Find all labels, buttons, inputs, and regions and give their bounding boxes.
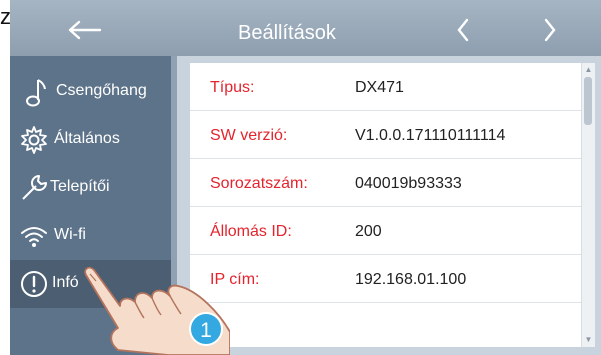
svg-text:1: 1 (200, 319, 212, 342)
chevron-left-icon (457, 18, 469, 42)
header-bar: Beállítások (10, 0, 601, 56)
info-row-sw-version: SW verzió: V1.0.0.171110111114 (190, 111, 587, 159)
sidebar-item-wifi[interactable]: Wi-fi (10, 212, 171, 260)
step-badge: 1 (189, 312, 223, 346)
music-note-icon (26, 79, 46, 107)
sidebar-item-general[interactable]: Általános (10, 116, 171, 164)
info-row-station-id: Állomás ID: 200 (190, 207, 587, 255)
pointing-hand-icon: 1 (84, 266, 230, 355)
wrench-icon (22, 175, 47, 200)
info-row-serial-number: Sorozatszám: 040019b93333 (190, 159, 587, 207)
scroll-up-icon[interactable]: ▲ (584, 65, 593, 75)
scroll-down-icon[interactable]: ▼ (584, 335, 593, 345)
wifi-icon (21, 227, 47, 247)
scroll-thumb[interactable] (584, 77, 592, 125)
next-button[interactable] (535, 14, 565, 46)
sidebar-item-installer[interactable]: Telepítői (10, 164, 171, 212)
gear-icon (21, 126, 47, 154)
info-list: Típus: DX471 SW verzió: V1.0.0.171110111… (190, 63, 595, 347)
back-button[interactable] (62, 12, 110, 48)
info-panel: Típus: DX471 SW verzió: V1.0.0.171110111… (177, 56, 601, 355)
scrollbar[interactable]: ▲ ▼ (581, 63, 595, 347)
arrow-left-icon (68, 20, 102, 40)
info-icon (21, 271, 47, 297)
previous-button[interactable] (448, 14, 478, 46)
info-row-ip-address: IP cím: 192.168.01.100 (190, 255, 587, 303)
sidebar-item-ringtone[interactable]: Csengőhang (10, 68, 171, 116)
chevron-right-icon (544, 18, 556, 42)
info-row-type: Típus: DX471 (190, 63, 587, 111)
